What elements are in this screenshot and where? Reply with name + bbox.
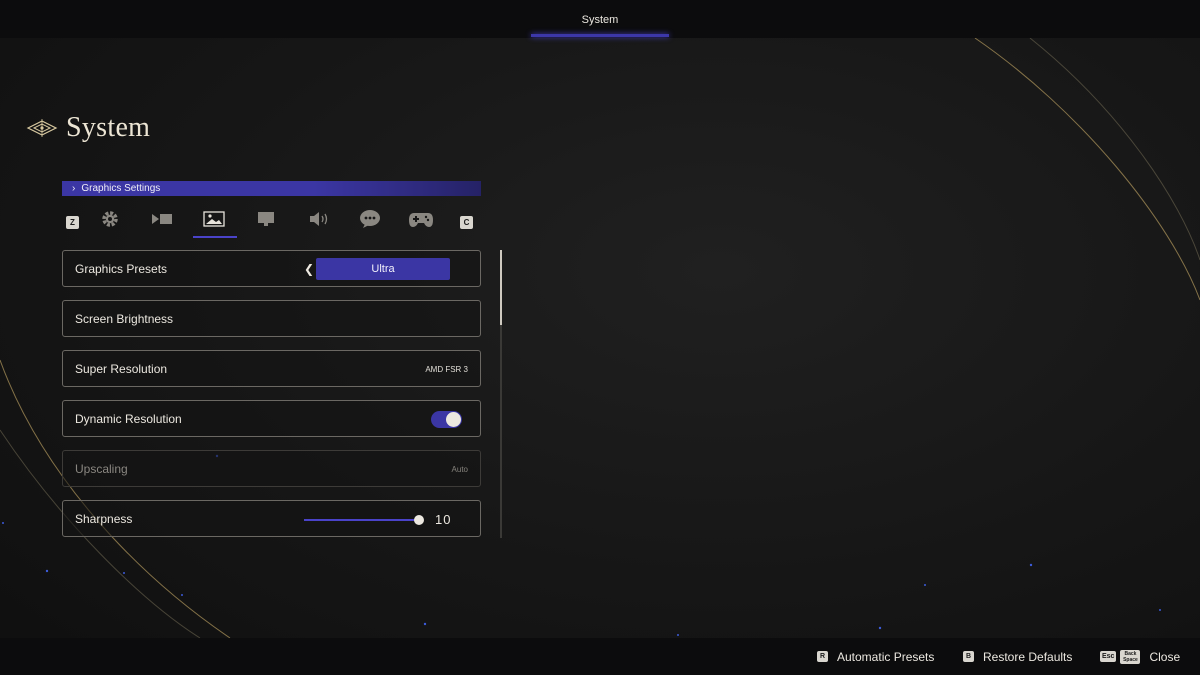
key-esc: Esc [1100,651,1117,662]
prev-category-key[interactable]: Z [66,216,79,229]
chevron-left-icon[interactable]: ❮ [304,262,314,276]
hint-label: Close [1149,649,1181,664]
key-backspace-line2: Space [1123,656,1138,663]
speech-bubble-icon[interactable] [356,208,384,230]
background-decoration [0,37,1200,639]
setting-value: AMD FSR 3 [425,365,468,374]
crystal-emblem-icon [26,117,58,139]
toggle-knob [446,412,461,427]
gamepad-icon[interactable] [407,208,435,230]
key-r: R [817,651,828,662]
close-button[interactable]: Esc Back Space Close [1100,638,1180,675]
camera-icon[interactable] [148,208,176,230]
page-title: System [66,112,151,143]
key-b: B [963,651,974,662]
setting-label: Super Resolution [75,362,168,376]
section-title: Graphics Settings [81,183,161,194]
bottom-bar: R Automatic Presets B Restore Defaults E… [0,638,1200,675]
setting-sharpness[interactable]: Sharpness 10 [62,500,481,537]
category-active-indicator [193,236,237,238]
gear-icon[interactable] [96,208,124,230]
section-header: › Graphics Settings [62,181,481,196]
scrollbar-thumb[interactable] [500,250,502,325]
sharpness-slider-track[interactable] [304,519,419,521]
next-category-key[interactable]: C [460,216,473,229]
preset-value[interactable]: Ultra [316,258,450,280]
hint-label: Restore Defaults [983,649,1073,664]
setting-upscaling: Upscaling Auto [62,450,481,487]
close-keys: Esc Back Space [1100,649,1141,664]
key-backspace: Back Space [1120,649,1141,664]
dynamic-resolution-toggle[interactable] [431,411,462,428]
category-tabs: Z C [62,204,482,238]
setting-label: Upscaling [75,462,128,476]
tab-system[interactable]: System [531,0,669,38]
setting-graphics-presets[interactable]: Graphics Presets ❮ Ultra [62,250,481,287]
tab-active-indicator [531,34,669,37]
restore-defaults-button[interactable]: B Restore Defaults [963,638,1072,675]
sharpness-value: 10 [435,512,452,527]
sharpness-slider-handle[interactable] [414,515,424,525]
page-header: System [26,112,150,144]
chevron-right-icon: › [72,183,76,194]
setting-value: Auto [451,465,468,474]
setting-screen-brightness[interactable]: Screen Brightness [62,300,481,337]
setting-label: Graphics Presets [75,262,168,276]
setting-label: Sharpness [75,512,133,526]
automatic-presets-button[interactable]: R Automatic Presets [817,638,934,675]
hint-label: Automatic Presets [837,649,935,664]
setting-label: Dynamic Resolution [75,412,182,426]
speaker-icon[interactable] [305,208,333,230]
setting-label: Screen Brightness [75,312,174,326]
setting-super-resolution[interactable]: Super Resolution AMD FSR 3 [62,350,481,387]
image-icon[interactable] [200,208,228,230]
setting-dynamic-resolution[interactable]: Dynamic Resolution [62,400,481,437]
monitor-icon[interactable] [252,208,280,230]
